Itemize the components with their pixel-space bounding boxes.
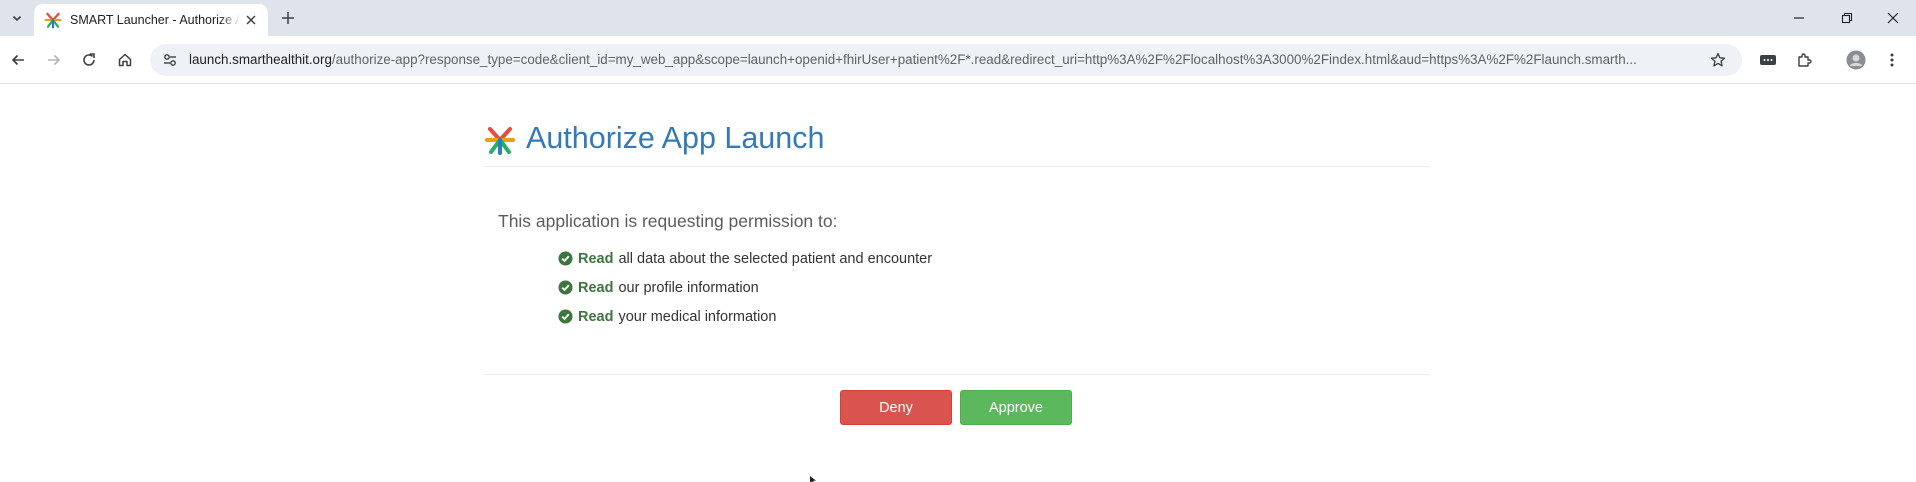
minimize-icon xyxy=(1794,17,1804,19)
mouse-cursor-icon xyxy=(810,476,816,482)
tab-title: SMART Launcher - Authorize App Launch xyxy=(70,13,240,27)
reload-icon xyxy=(83,53,95,66)
back-button[interactable] xyxy=(4,46,32,74)
permission-list: Read all data about the selected patient… xyxy=(558,244,932,331)
forward-button[interactable] xyxy=(40,46,68,74)
deny-button[interactable]: Deny xyxy=(840,390,952,425)
close-window-button[interactable] xyxy=(1870,0,1916,36)
permission-lead-text: This application is requesting permissio… xyxy=(498,211,838,231)
footer-divider xyxy=(484,374,1430,375)
browser-menu-button[interactable] xyxy=(1878,46,1906,74)
permission-text: our profile information xyxy=(618,279,759,296)
permission-verb: Read xyxy=(578,250,614,267)
plus-icon xyxy=(282,12,294,24)
smart-logo-icon xyxy=(44,12,62,29)
restore-icon xyxy=(1841,12,1853,24)
arrow-left-icon xyxy=(11,54,24,66)
tune-icon xyxy=(164,54,176,66)
extension-button[interactable] xyxy=(1754,46,1782,74)
home-button[interactable] xyxy=(111,46,139,74)
check-circle-icon xyxy=(558,251,573,266)
chevron-down-icon xyxy=(12,15,22,22)
site-info-button[interactable] xyxy=(160,50,180,70)
permission-text: your medical information xyxy=(618,308,777,325)
tab-close-button[interactable] xyxy=(242,11,260,29)
permission-verb: Read xyxy=(578,279,614,296)
smart-logo-icon xyxy=(485,127,515,155)
url-host: launch.smarthealthit.org xyxy=(189,52,332,67)
arrow-right-icon xyxy=(48,54,61,66)
home-icon xyxy=(118,53,132,67)
password-manager-icon xyxy=(1760,55,1776,65)
bookmark-button[interactable] xyxy=(1708,50,1728,70)
check-circle-icon xyxy=(558,309,573,324)
approve-button[interactable]: Approve xyxy=(960,390,1072,425)
url-text[interactable]: launch.smarthealthit.org/authorize-app?r… xyxy=(189,52,1689,67)
puzzle-icon xyxy=(1798,53,1812,67)
star-icon xyxy=(1710,52,1726,67)
permission-text: all data about the selected patient and … xyxy=(618,250,933,267)
permission-item: Read all data about the selected patient… xyxy=(558,244,932,273)
tab-strip: SMART Launcher - Authorize App Launch xyxy=(0,0,1916,36)
reload-button[interactable] xyxy=(75,46,103,74)
address-bar[interactable]: launch.smarthealthit.org/authorize-app?r… xyxy=(150,44,1742,76)
permission-verb: Read xyxy=(578,308,614,325)
check-circle-icon xyxy=(558,280,573,295)
avatar xyxy=(1846,50,1866,70)
more-vert-icon xyxy=(1890,53,1894,67)
permission-item: Read your medical information xyxy=(558,302,932,331)
restore-button[interactable] xyxy=(1824,0,1870,36)
close-icon xyxy=(1887,12,1899,24)
permission-item: Read our profile information xyxy=(558,273,932,302)
new-tab-button[interactable] xyxy=(276,6,300,30)
minimize-button[interactable] xyxy=(1776,0,1822,36)
extensions-menu-button[interactable] xyxy=(1790,46,1818,74)
tab-search-button[interactable] xyxy=(4,5,30,31)
browser-toolbar: launch.smarthealthit.org/authorize-app?r… xyxy=(0,36,1916,84)
url-path: /authorize-app?response_type=code&client… xyxy=(331,52,1637,67)
profile-button[interactable] xyxy=(1842,46,1870,74)
browser-tab[interactable]: SMART Launcher - Authorize App Launch xyxy=(34,4,268,36)
close-icon xyxy=(246,15,256,25)
page-title: Authorize App Launch xyxy=(526,121,825,155)
